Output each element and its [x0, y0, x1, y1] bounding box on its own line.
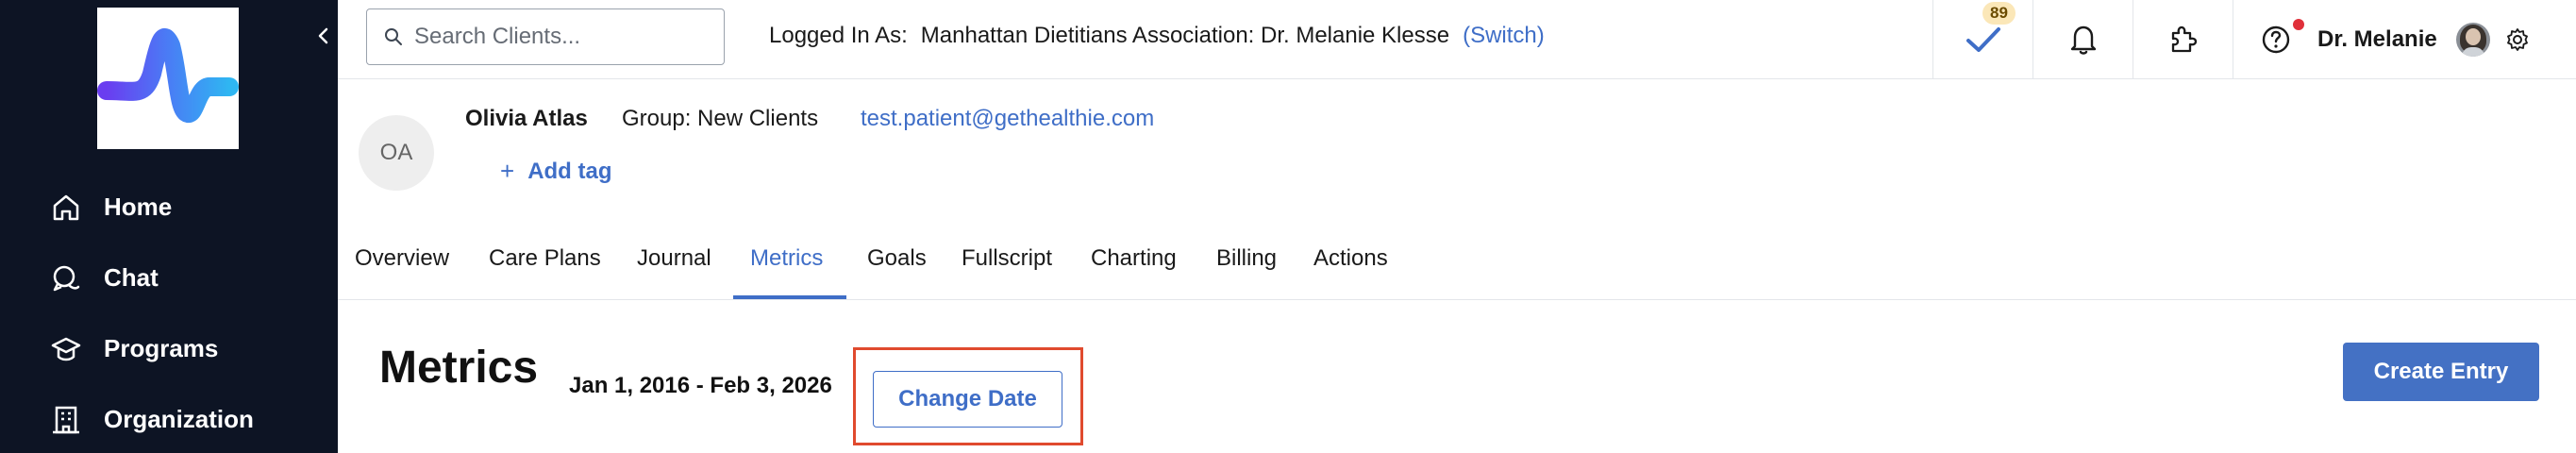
tab-metrics[interactable]: Metrics [750, 245, 823, 272]
chat-icon [47, 260, 85, 297]
client-email-link[interactable]: test.patient@gethealthie.com [861, 106, 1154, 132]
user-name: Dr. Melanie [2317, 26, 2437, 52]
notification-dot [2293, 19, 2304, 30]
plus-icon: + [500, 157, 515, 185]
home-icon [47, 189, 85, 226]
logo-wave-icon [97, 28, 239, 123]
top-bar: Search Clients... Logged In As: Manhattan… [338, 0, 2576, 79]
sidebar-item-programs[interactable]: Programs [47, 313, 254, 384]
app-logo[interactable] [97, 8, 239, 149]
sidebar-nav: Home Chat Programs Organization [47, 172, 254, 453]
sidebar-item-label: Organization [104, 405, 254, 433]
tab-journal[interactable]: Journal [637, 245, 711, 272]
page-title: Metrics [379, 343, 539, 393]
logged-in-label: Logged In As: [769, 23, 908, 48]
help-question-icon [2262, 25, 2289, 54]
client-name: Olivia Atlas [465, 106, 588, 131]
checkmark-icon [1965, 27, 2000, 52]
organization-name: Manhattan Dietitians Association: Dr. Me… [920, 23, 1450, 48]
sidebar-item-label: Chat [104, 263, 159, 292]
switch-account-link[interactable]: (Switch) [1463, 23, 1545, 48]
sidebar: Home Chat Programs Organization [0, 0, 338, 453]
bell-icon [2070, 25, 2096, 55]
building-icon [47, 401, 85, 439]
integrations-button[interactable] [2133, 0, 2233, 79]
search-placeholder: Search Clients... [414, 24, 581, 49]
collapse-sidebar-button[interactable] [311, 21, 334, 51]
tab-overview[interactable]: Overview [355, 245, 449, 272]
chevron-left-icon [318, 27, 328, 44]
client-group: Group: New Clients [622, 106, 819, 131]
puzzle-piece-icon [2171, 25, 2197, 53]
create-entry-button[interactable]: Create Entry [2343, 343, 2539, 401]
tab-fullscript[interactable]: Fullscript [962, 245, 1052, 272]
tab-goals[interactable]: Goals [867, 245, 927, 272]
sidebar-item-label: Programs [104, 334, 219, 362]
gear-icon[interactable] [2505, 27, 2530, 52]
add-tag-label: Add tag [527, 158, 612, 184]
change-date-button[interactable]: Change Date [873, 371, 1062, 428]
sidebar-item-chat[interactable]: Chat [47, 243, 254, 313]
tab-actions[interactable]: Actions [1313, 245, 1388, 272]
notifications-button[interactable] [2032, 0, 2133, 79]
search-input[interactable]: Search Clients... [366, 8, 725, 65]
search-icon [385, 28, 402, 45]
tasks-button[interactable]: 89 [1932, 0, 2032, 79]
tasks-count-badge: 89 [1982, 2, 2016, 25]
help-button[interactable] [2233, 0, 2317, 79]
tab-billing[interactable]: Billing [1216, 245, 1277, 272]
sidebar-item-organization[interactable]: Organization [47, 384, 254, 453]
tab-charting[interactable]: Charting [1091, 245, 1177, 272]
date-range: Jan 1, 2016 - Feb 3, 2026 [569, 373, 832, 398]
tab-care-plans[interactable]: Care Plans [489, 245, 601, 272]
sidebar-item-home[interactable]: Home [47, 172, 254, 243]
graduation-cap-icon [47, 330, 85, 368]
sidebar-item-label: Home [104, 193, 173, 221]
client-tabs: Overview Care Plans Journal Metrics Goal… [338, 236, 2576, 300]
user-menu[interactable]: Dr. Melanie [2317, 0, 2530, 79]
add-tag-button[interactable]: + Add tag [500, 157, 612, 186]
logged-in-info: Logged In As: Manhattan Dietitians Associ… [769, 23, 1545, 49]
avatar[interactable] [2455, 23, 2490, 57]
active-tab-indicator [733, 295, 846, 299]
client-avatar: OA [359, 115, 434, 191]
